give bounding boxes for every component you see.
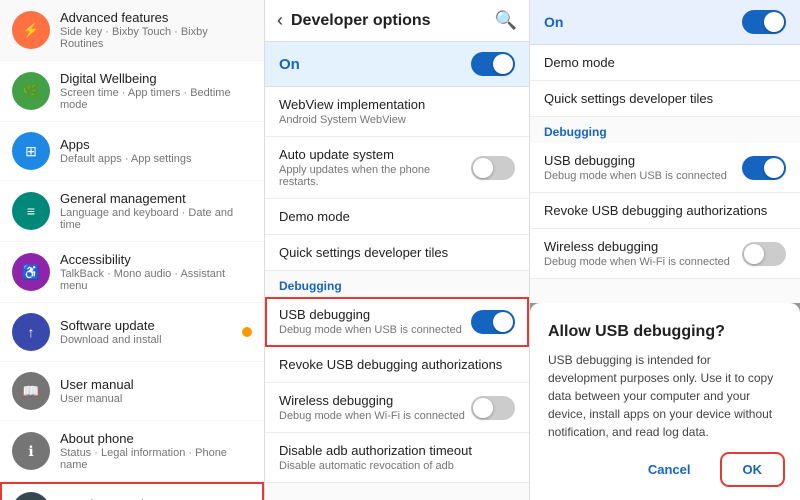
usb-debugging-toggle[interactable] bbox=[471, 310, 515, 334]
usb-dialog: Allow USB debugging? USB debugging is in… bbox=[530, 303, 800, 500]
software-update-icon: ↑ bbox=[12, 313, 50, 351]
user-manual-title: User manual bbox=[60, 377, 252, 392]
developer-options-panel: ‹ Developer options 🔍 On WebView implemen… bbox=[265, 0, 530, 500]
dialog-body: USB debugging is intended for developmen… bbox=[548, 351, 782, 441]
apps-icon: ⊞ bbox=[12, 132, 50, 170]
general-management-subtitle: Language and keyboard · Date and time bbox=[60, 207, 252, 231]
usb-debugging-p3-toggle[interactable] bbox=[742, 156, 786, 180]
developer-on-toggle[interactable] bbox=[471, 52, 515, 76]
dev-item-webview[interactable]: WebView implementation Android System Web… bbox=[265, 87, 529, 137]
back-button[interactable]: ‹ bbox=[277, 10, 283, 31]
apps-title: Apps bbox=[60, 137, 252, 152]
sidebar-item-about-phone[interactable]: ℹ About phoneStatus · Legal information ·… bbox=[0, 421, 264, 482]
accessibility-icon: ♿ bbox=[12, 253, 50, 291]
general-management-title: General management bbox=[60, 191, 252, 206]
p3-section-debugging-label-p3: Debugging bbox=[530, 117, 800, 143]
demo-mode-title: Demo mode bbox=[279, 209, 350, 224]
on-banner: On bbox=[265, 42, 529, 87]
wireless-debugging-p3-title: Wireless debugging bbox=[544, 239, 730, 254]
demo-mode-p3-title: Demo mode bbox=[544, 55, 615, 70]
software-update-subtitle: Download and install bbox=[60, 334, 238, 346]
on-label: On bbox=[279, 56, 300, 73]
sidebar-item-software-update[interactable]: ↑ Software updateDownload and install bbox=[0, 303, 264, 362]
wireless-debugging-subtitle: Debug mode when Wi-Fi is connected bbox=[279, 410, 465, 422]
disable-adb-title: Disable adb authorization timeout bbox=[279, 443, 472, 458]
advanced-features-title: Advanced features bbox=[60, 10, 252, 25]
dialog-title: Allow USB debugging? bbox=[548, 323, 782, 341]
quick-settings-title: Quick settings developer tiles bbox=[279, 245, 448, 260]
dev-item-revoke-usb[interactable]: Revoke USB debugging authorizations bbox=[265, 347, 529, 383]
digital-wellbeing-icon: 🌿 bbox=[12, 72, 50, 110]
digital-wellbeing-title: Digital Wellbeing bbox=[60, 71, 252, 86]
p3-item-wireless-debugging-p3[interactable]: Wireless debugging Debug mode when Wi-Fi … bbox=[530, 229, 800, 279]
general-management-icon: ≡ bbox=[12, 192, 50, 230]
panel3-header: On bbox=[530, 0, 800, 45]
webview-title: WebView implementation bbox=[279, 97, 425, 112]
advanced-features-subtitle: Side key · Bixby Touch · Bixby Routines bbox=[60, 26, 252, 50]
revoke-usb-p3-title: Revoke USB debugging authorizations bbox=[544, 203, 767, 218]
accessibility-title: Accessibility bbox=[60, 252, 252, 267]
dev-item-auto-update[interactable]: Auto update system Apply updates when the… bbox=[265, 137, 529, 199]
about-phone-icon: ℹ bbox=[12, 432, 50, 470]
accessibility-subtitle: TalkBack · Mono audio · Assistant menu bbox=[60, 268, 252, 292]
settings-menu: ⚡ Advanced featuresSide key · Bixby Touch… bbox=[0, 0, 265, 500]
usb-debugging-p3-title: USB debugging bbox=[544, 153, 727, 168]
user-manual-icon: 📖 bbox=[12, 372, 50, 410]
dev-item-demo-mode[interactable]: Demo mode bbox=[265, 199, 529, 235]
sidebar-item-digital-wellbeing[interactable]: 🌿 Digital WellbeingScreen time · App time… bbox=[0, 61, 264, 122]
sidebar-item-accessibility[interactable]: ♿ AccessibilityTalkBack · Mono audio · As… bbox=[0, 242, 264, 303]
p3-item-quick-settings-p3[interactable]: Quick settings developer tiles bbox=[530, 81, 800, 117]
panel3-content: Demo mode Quick settings developer tiles D… bbox=[530, 45, 800, 279]
panel2-header: ‹ Developer options 🔍 bbox=[265, 0, 529, 42]
wireless-debugging-p3-toggle[interactable] bbox=[742, 242, 786, 266]
disable-adb-subtitle: Disable automatic revocation of adb bbox=[279, 460, 472, 472]
dev-item-usb-debugging[interactable]: USB debugging Debug mode when USB is conn… bbox=[265, 297, 529, 347]
digital-wellbeing-subtitle: Screen time · App timers · Bedtime mode bbox=[60, 87, 252, 111]
dialog-overlay: Allow USB debugging? USB debugging is in… bbox=[530, 303, 800, 500]
auto-update-toggle[interactable] bbox=[471, 156, 515, 180]
apps-subtitle: Default apps · App settings bbox=[60, 153, 252, 165]
quick-settings-p3-title: Quick settings developer tiles bbox=[544, 91, 713, 106]
dev-item-wireless-debugging[interactable]: Wireless debugging Debug mode when Wi-Fi … bbox=[265, 383, 529, 433]
software-update-title: Software update bbox=[60, 318, 238, 333]
p3-item-usb-debugging-p3[interactable]: USB debugging Debug mode when USB is conn… bbox=[530, 143, 800, 193]
search-icon[interactable]: 🔍 bbox=[495, 10, 517, 31]
panel2-content: On WebView implementation Android System W… bbox=[265, 42, 529, 483]
dialog-ok-button[interactable]: OK bbox=[723, 455, 783, 484]
section-debugging-label: Debugging bbox=[265, 271, 529, 297]
p3-item-revoke-usb-p3[interactable]: Revoke USB debugging authorizations bbox=[530, 193, 800, 229]
wireless-debugging-toggle[interactable] bbox=[471, 396, 515, 420]
wireless-debugging-p3-subtitle: Debug mode when Wi-Fi is connected bbox=[544, 256, 730, 268]
sidebar-item-advanced-features[interactable]: ⚡ Advanced featuresSide key · Bixby Touch… bbox=[0, 0, 264, 61]
developer-options-icon: { } bbox=[12, 492, 50, 500]
sidebar-item-apps[interactable]: ⊞ AppsDefault apps · App settings bbox=[0, 122, 264, 181]
usb-debugging-subtitle: Debug mode when USB is connected bbox=[279, 324, 462, 336]
about-phone-subtitle: Status · Legal information · Phone name bbox=[60, 447, 252, 471]
webview-subtitle: Android System WebView bbox=[279, 114, 425, 126]
dialog-buttons: Cancel OK bbox=[548, 455, 782, 484]
auto-update-title: Auto update system bbox=[279, 147, 471, 162]
dialog-cancel-button[interactable]: Cancel bbox=[628, 455, 711, 484]
notification-badge bbox=[242, 327, 252, 337]
sidebar-item-general-management[interactable]: ≡ General managementLanguage and keyboard… bbox=[0, 181, 264, 242]
dev-item-quick-settings[interactable]: Quick settings developer tiles bbox=[265, 235, 529, 271]
auto-update-subtitle: Apply updates when the phone restarts. bbox=[279, 164, 471, 188]
panel3-on-toggle[interactable] bbox=[742, 10, 786, 34]
user-manual-subtitle: User manual bbox=[60, 393, 252, 405]
sidebar-item-developer-options[interactable]: { }Developer optionsDeveloper options bbox=[0, 482, 264, 500]
advanced-features-icon: ⚡ bbox=[12, 11, 50, 49]
revoke-usb-title: Revoke USB debugging authorizations bbox=[279, 357, 502, 372]
panel3-on-label: On bbox=[544, 14, 563, 30]
panel3: On Demo mode Quick settings developer til… bbox=[530, 0, 800, 500]
sidebar-item-user-manual[interactable]: 📖 User manualUser manual bbox=[0, 362, 264, 421]
wireless-debugging-title: Wireless debugging bbox=[279, 393, 465, 408]
dev-item-disable-adb[interactable]: Disable adb authorization timeout Disable… bbox=[265, 433, 529, 483]
usb-debugging-title: USB debugging bbox=[279, 307, 462, 322]
p3-item-demo-mode-p3[interactable]: Demo mode bbox=[530, 45, 800, 81]
panel2-title: Developer options bbox=[291, 12, 495, 30]
usb-debugging-p3-subtitle: Debug mode when USB is connected bbox=[544, 170, 727, 182]
about-phone-title: About phone bbox=[60, 431, 252, 446]
